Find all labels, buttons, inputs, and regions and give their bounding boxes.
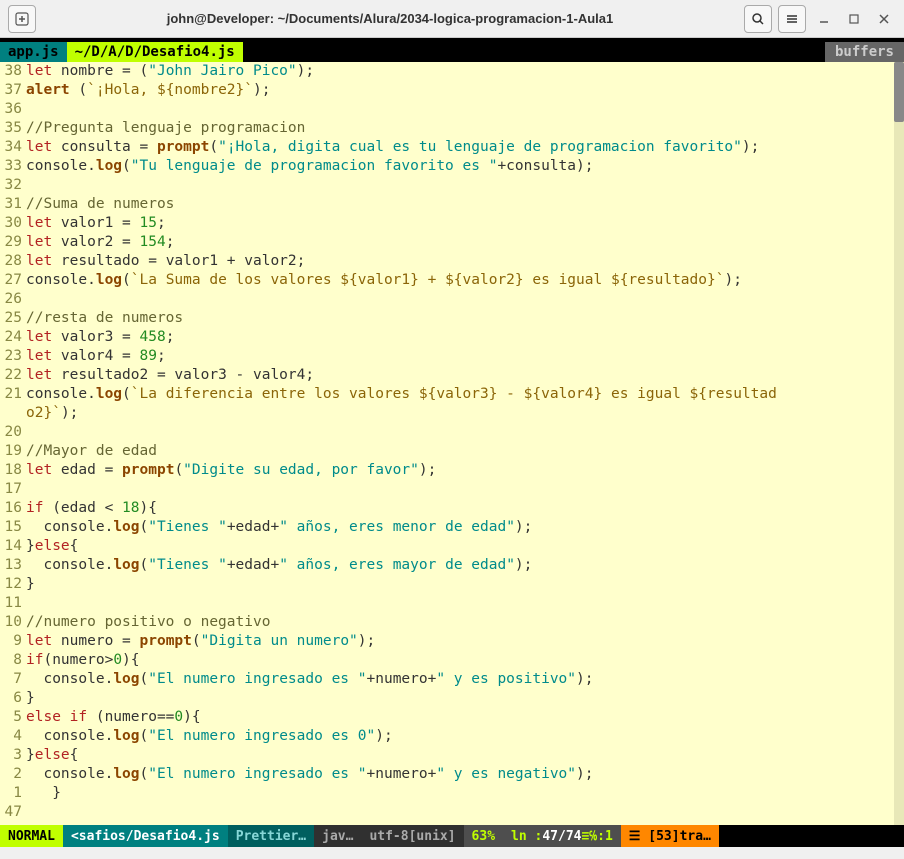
window-title: john@Developer: ~/Documents/Alura/2034-l… xyxy=(36,11,744,26)
tab-app-js[interactable]: app.js xyxy=(0,42,67,62)
mode-indicator: NORMAL xyxy=(0,825,63,847)
search-button[interactable] xyxy=(744,5,772,33)
scrollbar-thumb[interactable] xyxy=(894,62,904,122)
maximize-button[interactable] xyxy=(842,7,866,31)
buffer-tabbar: app.js ~/D/A/D/Desafio4.js buffers xyxy=(0,42,904,62)
buffers-label[interactable]: buffers xyxy=(825,42,904,62)
prettier-status: Prettier… xyxy=(228,825,314,847)
close-button[interactable] xyxy=(872,7,896,31)
statusbar: NORMAL <safios/Desafio4.js Prettier… jav… xyxy=(0,825,904,847)
menu-button[interactable] xyxy=(778,5,806,33)
line-number-gutter: 383736353433323130292827262524232221 201… xyxy=(0,62,26,825)
bottom-spacer xyxy=(0,847,904,859)
file-path: <safios/Desafio4.js xyxy=(63,825,228,847)
filetype: jav… xyxy=(314,825,361,847)
scroll-percent: 63% xyxy=(464,825,503,847)
titlebar: john@Developer: ~/Documents/Alura/2034-l… xyxy=(0,0,904,38)
trailing-indicator: ☰ [53]tra… xyxy=(621,825,719,847)
new-tab-button[interactable] xyxy=(8,5,36,33)
minimize-button[interactable] xyxy=(812,7,836,31)
editor-pane[interactable]: 383736353433323130292827262524232221 201… xyxy=(0,62,904,825)
encoding: utf-8[unix] xyxy=(361,825,463,847)
code-area[interactable]: let nombre = ("John Jairo Pico");alert (… xyxy=(26,62,894,825)
scrollbar[interactable] xyxy=(894,62,904,825)
tab-desafio4-js[interactable]: ~/D/A/D/Desafio4.js xyxy=(67,42,243,62)
cursor-position: ln :47/74≡℅:1 xyxy=(503,825,621,847)
